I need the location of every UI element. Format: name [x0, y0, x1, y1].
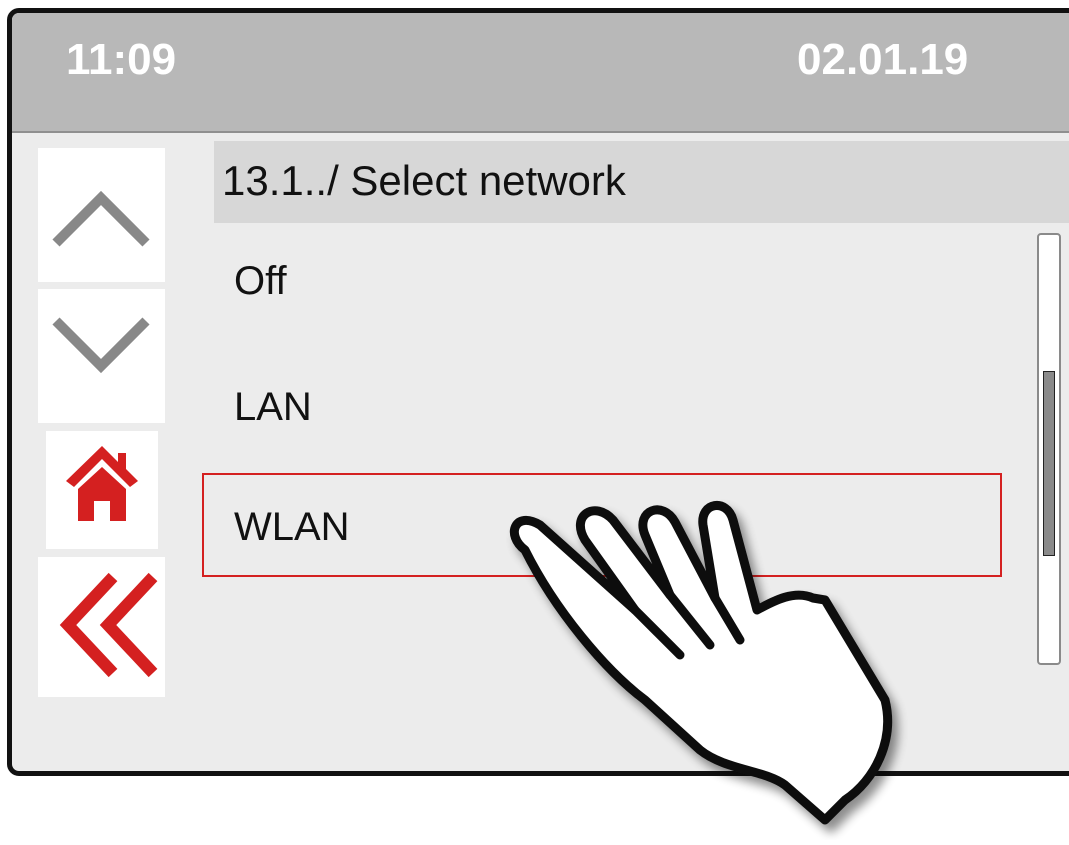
home-icon	[66, 446, 138, 521]
menu-header: 13.1../ Select network	[214, 141, 1069, 223]
menu-item-label: WLAN	[234, 505, 350, 549]
page-title: 13.1../ Select network	[222, 157, 626, 204]
scrollbar[interactable]	[1037, 233, 1061, 665]
clock-date: 02.01.19	[797, 35, 969, 84]
chevron-down-icon	[52, 317, 150, 374]
status-bar: 11:09 02.01.19	[12, 13, 1069, 133]
scroll-up-button[interactable]	[38, 148, 165, 282]
clock-time: 11:09	[66, 35, 177, 84]
chevron-up-icon	[52, 190, 150, 247]
scrollbar-thumb[interactable]	[1043, 371, 1055, 556]
back-button[interactable]	[38, 557, 165, 697]
menu-item-off[interactable]: Off	[202, 235, 1002, 335]
double-chevron-left-icon	[59, 572, 158, 678]
menu-item-lan[interactable]: LAN	[202, 361, 1002, 461]
pointing-hand-icon	[509, 501, 893, 825]
home-button[interactable]	[46, 431, 158, 549]
menu-item-label: LAN	[234, 385, 312, 429]
menu-item-label: Off	[234, 259, 287, 303]
scroll-down-button[interactable]	[38, 289, 165, 423]
